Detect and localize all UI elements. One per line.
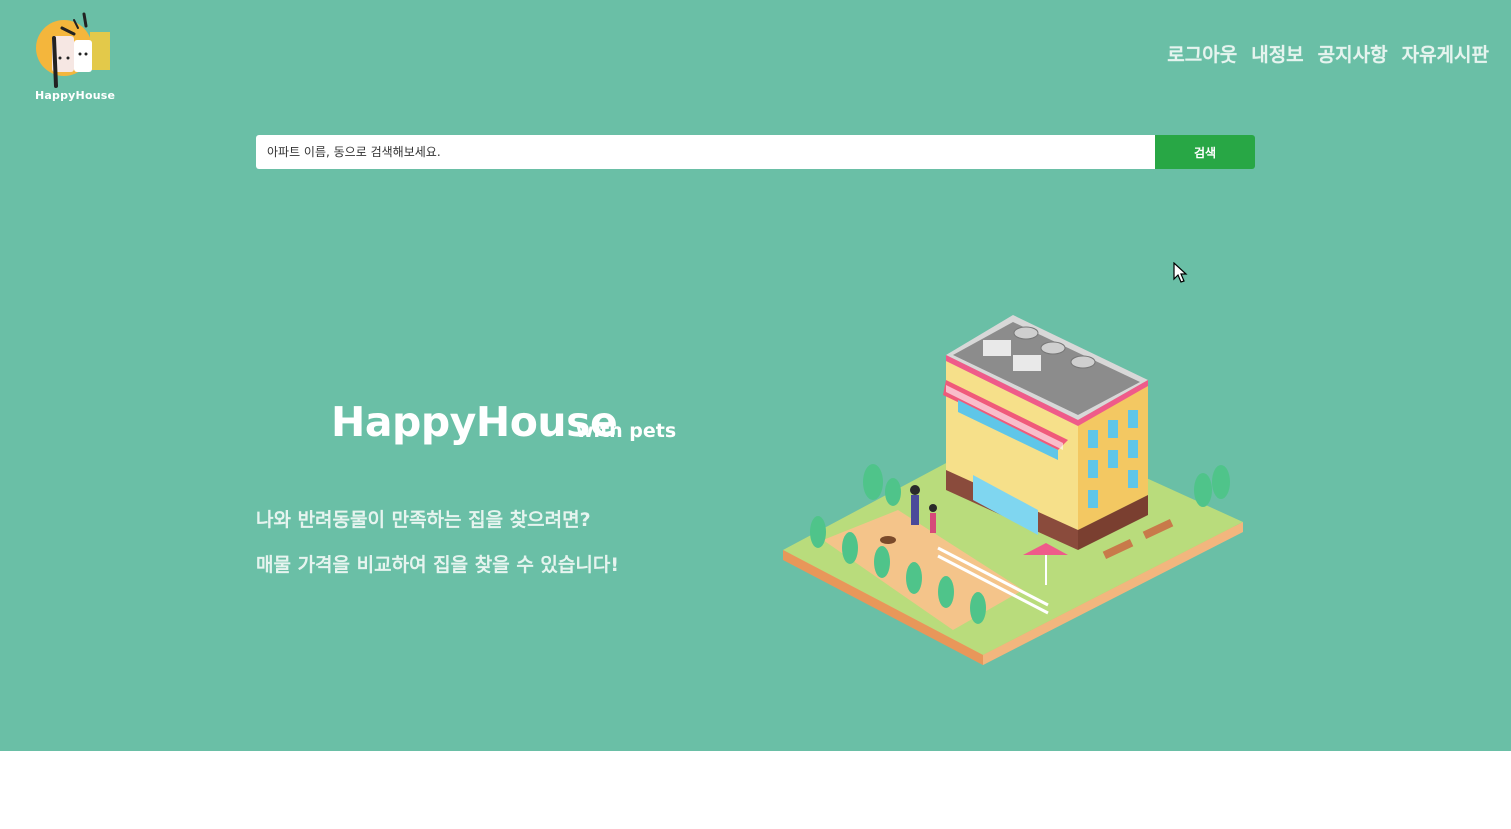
mouse-cursor-icon (1173, 262, 1188, 283)
search-bar: 검색 (256, 135, 1255, 169)
hero-tagline-2: 매물 가격을 비교하여 집을 찾을 수 있습니다! (256, 554, 619, 576)
nav-notices[interactable]: 공지사항 (1318, 40, 1388, 67)
nav-free-board[interactable]: 자유게시판 (1402, 40, 1489, 67)
building-illustration (783, 315, 1243, 665)
hero-section: HappyHouse 로그아웃 내정보 공지사항 자유게시판 검색 HappyH… (0, 0, 1511, 751)
nav-my-info[interactable]: 내정보 (1251, 40, 1303, 67)
logo-text: HappyHouse (35, 89, 116, 102)
top-nav: 로그아웃 내정보 공지사항 자유게시판 (1167, 40, 1489, 67)
page-bottom-area (0, 751, 1511, 829)
logo[interactable]: HappyHouse (32, 10, 116, 104)
search-input[interactable] (256, 135, 1155, 169)
hero-title: HappyHouse (331, 398, 618, 446)
hero-tagline-1: 나와 반려동물이 만족하는 집을 찾으려면? (256, 509, 591, 531)
search-button[interactable]: 검색 (1155, 135, 1255, 169)
hero-subtitle: with pets (576, 420, 677, 442)
nav-logout[interactable]: 로그아웃 (1167, 40, 1237, 67)
happyhouse-logo-icon (36, 12, 110, 88)
